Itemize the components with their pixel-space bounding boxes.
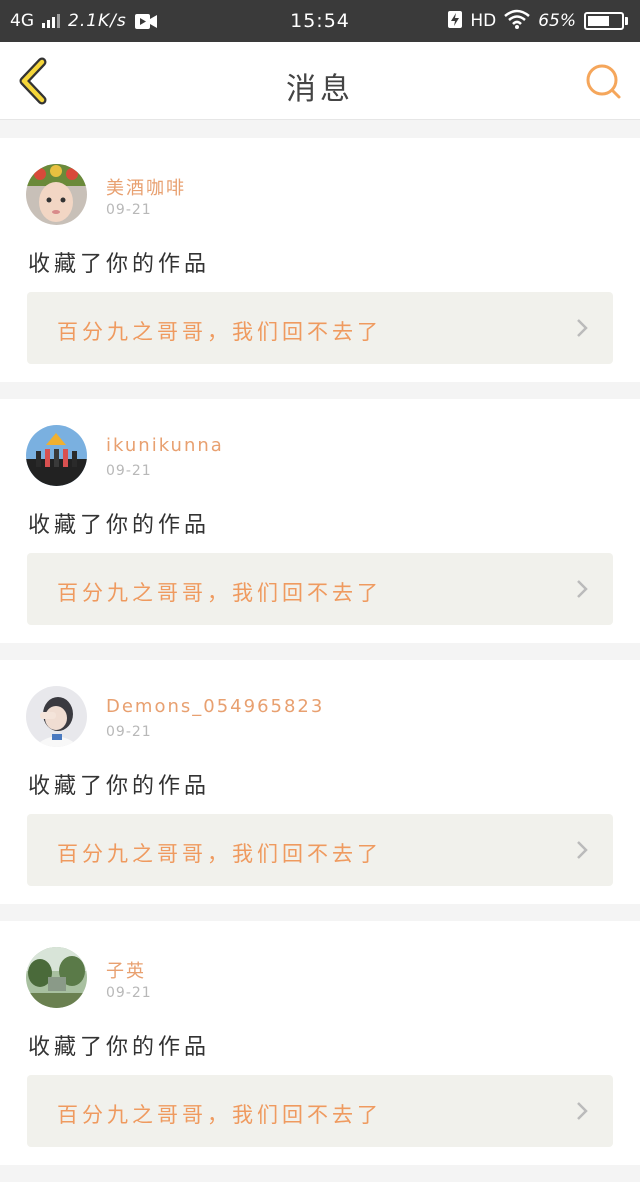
work-link[interactable]: 百分九之哥哥，我们回不去了 [27, 1075, 613, 1147]
message-date: 09-21 [106, 985, 152, 1001]
chevron-right-icon [577, 319, 588, 337]
action-text: 收藏了你的作品 [28, 252, 211, 277]
work-link[interactable]: 百分九之哥哥，我们回不去了 [27, 814, 613, 886]
avatar[interactable] [26, 164, 87, 225]
work-link[interactable]: 百分九之哥哥，我们回不去了 [27, 553, 613, 625]
username[interactable]: ikunikunna [106, 435, 224, 456]
message-date: 09-21 [106, 202, 152, 218]
message-list: 美酒咖啡 09-21 收藏了你的作品 百分九之哥哥，我们回不去了 ikuniku… [0, 138, 640, 1182]
action-text: 收藏了你的作品 [28, 1035, 211, 1060]
message-card: 子英 09-21 收藏了你的作品 百分九之哥哥，我们回不去了 [0, 921, 640, 1165]
status-left: 4G 2.1K/s [10, 11, 157, 31]
wifi-icon [504, 9, 531, 34]
message-card: 美酒咖啡 09-21 收藏了你的作品 百分九之哥哥，我们回不去了 [0, 138, 640, 382]
page-title: 消息 [286, 72, 354, 107]
battery-icon [584, 12, 628, 30]
action-text: 收藏了你的作品 [28, 774, 211, 799]
avatar[interactable] [26, 686, 87, 747]
chevron-right-icon [577, 1102, 588, 1120]
status-bar: 4G 2.1K/s 15:54 HD 65% [0, 0, 640, 42]
avatar[interactable] [26, 947, 87, 1008]
hd-label: HD [470, 11, 497, 31]
username[interactable]: 子英 [106, 957, 146, 983]
work-title: 百分九之哥哥，我们回不去了 [57, 842, 382, 866]
chevron-left-icon [19, 57, 47, 105]
action-text: 收藏了你的作品 [28, 513, 211, 538]
charging-icon [448, 10, 463, 33]
search-icon [586, 64, 621, 99]
username[interactable]: Demons_054965823 [106, 696, 324, 717]
back-button[interactable] [14, 56, 54, 106]
work-link[interactable]: 百分九之哥哥，我们回不去了 [27, 292, 613, 364]
work-title: 百分九之哥哥，我们回不去了 [57, 581, 382, 605]
search-button[interactable] [584, 62, 624, 102]
message-date: 09-21 [106, 724, 152, 740]
avatar[interactable] [26, 425, 87, 486]
work-title: 百分九之哥哥，我们回不去了 [57, 1103, 382, 1127]
username[interactable]: 美酒咖啡 [106, 174, 186, 200]
message-card: Demons_054965823 09-21 收藏了你的作品 百分九之哥哥，我们… [0, 660, 640, 904]
network-type: 4G [10, 11, 34, 31]
video-icon [134, 13, 157, 29]
work-title: 百分九之哥哥，我们回不去了 [57, 320, 382, 344]
battery-percent: 65% [538, 11, 576, 31]
chevron-right-icon [577, 841, 588, 859]
signal-icon [42, 14, 60, 28]
network-speed: 2.1K/s [68, 11, 127, 31]
message-date: 09-21 [106, 463, 152, 479]
chevron-right-icon [577, 580, 588, 598]
status-right: HD 65% [448, 9, 628, 34]
message-card: ikunikunna 09-21 收藏了你的作品 百分九之哥哥，我们回不去了 [0, 399, 640, 643]
nav-bar: 消息 [0, 42, 640, 120]
